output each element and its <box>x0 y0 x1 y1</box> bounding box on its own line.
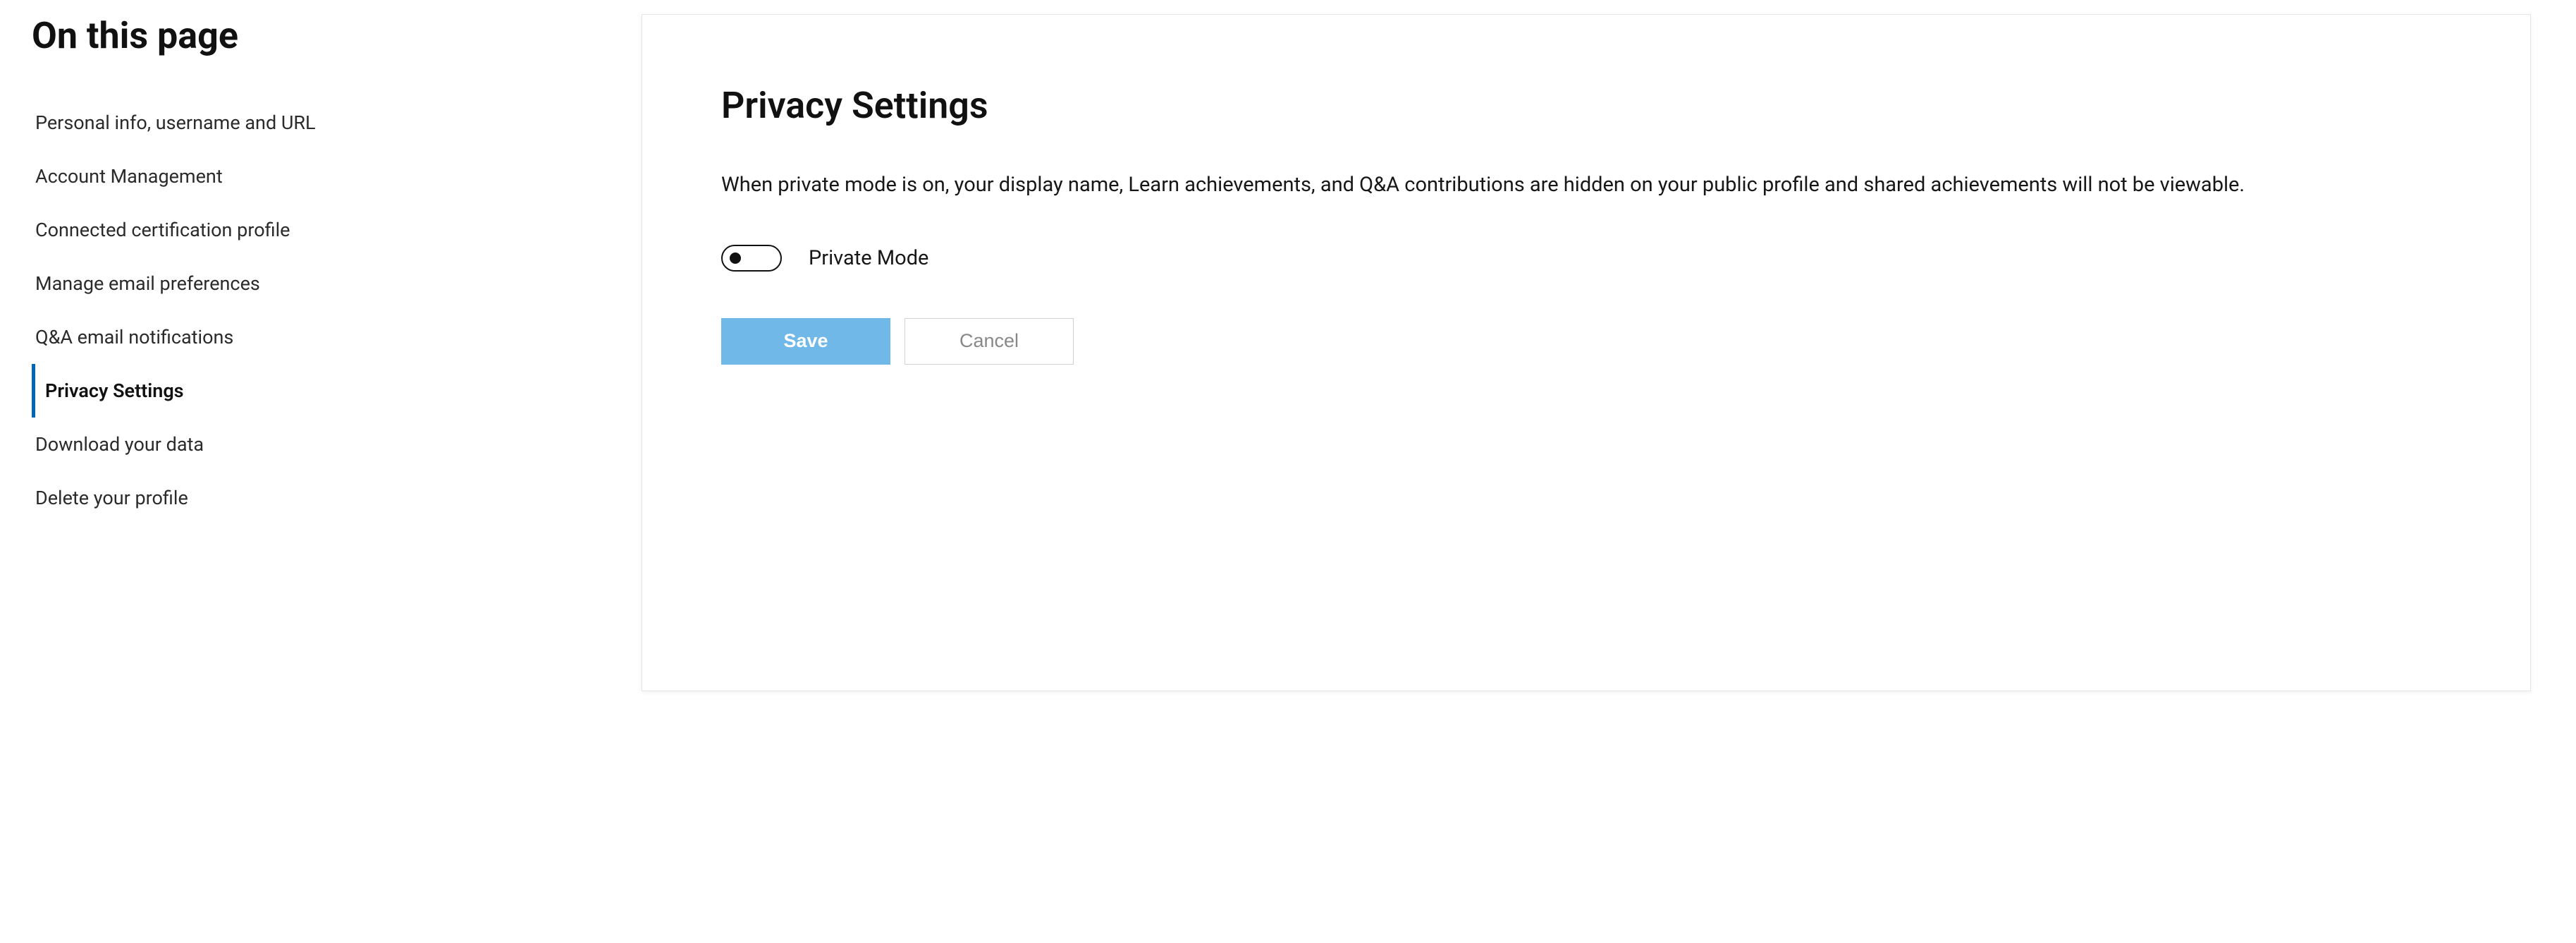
nav-item-account-management[interactable]: Account Management <box>32 150 610 203</box>
save-button[interactable]: Save <box>721 318 890 365</box>
nav-item-email-preferences[interactable]: Manage email preferences <box>32 257 610 310</box>
cancel-button[interactable]: Cancel <box>904 318 1074 365</box>
nav-item-connected-certification[interactable]: Connected certification profile <box>32 203 610 257</box>
privacy-settings-card: Privacy Settings When private mode is on… <box>642 14 2531 691</box>
sidebar: On this page Personal info, username and… <box>32 14 610 691</box>
private-mode-toggle[interactable] <box>721 245 782 272</box>
nav-item-personal-info[interactable]: Personal info, username and URL <box>32 96 610 150</box>
nav-item-privacy-settings[interactable]: Privacy Settings <box>32 364 610 418</box>
nav-item-download-data[interactable]: Download your data <box>32 418 610 471</box>
page-title: Privacy Settings <box>721 84 2451 127</box>
toggle-knob-icon <box>730 253 741 264</box>
sidebar-heading: On this page <box>32 14 610 57</box>
main-panel: Privacy Settings When private mode is on… <box>642 14 2531 691</box>
privacy-description: When private mode is on, your display na… <box>721 169 2343 201</box>
nav-item-delete-profile[interactable]: Delete your profile <box>32 471 610 525</box>
nav-item-qa-email-notifications[interactable]: Q&A email notifications <box>32 310 610 364</box>
button-row: Save Cancel <box>721 318 2451 365</box>
nav-list: Personal info, username and URL Account … <box>32 96 610 525</box>
private-mode-row: Private Mode <box>721 245 2451 272</box>
private-mode-label: Private Mode <box>809 246 928 270</box>
